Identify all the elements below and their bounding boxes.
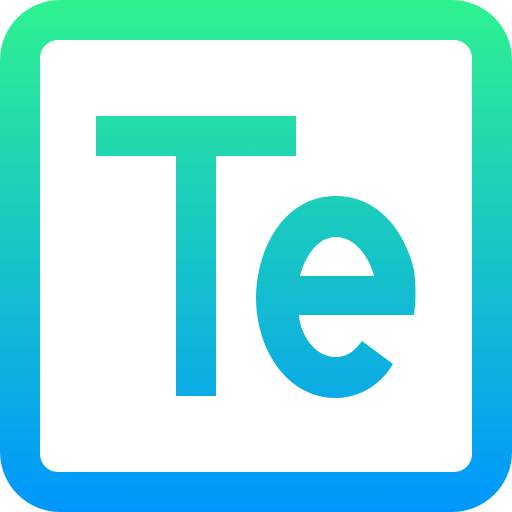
tile-svg: Te [0,0,512,512]
element-tile-icon: Te [0,0,512,512]
